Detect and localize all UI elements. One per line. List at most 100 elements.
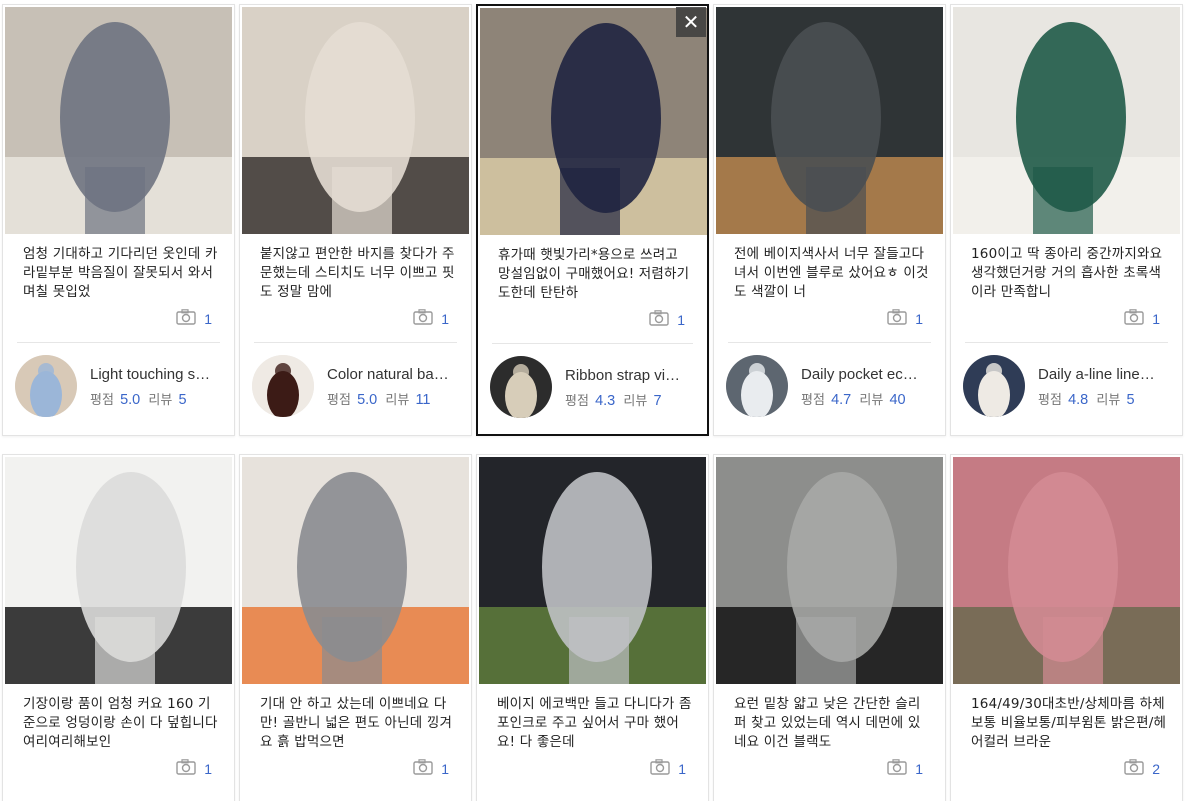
product-info[interactable]: Daily a-line line… 평점 4.8 리뷰 5 (963, 355, 1173, 419)
review-count: 5 (1126, 392, 1135, 408)
product-meta: 평점 5.0 리뷰 11 (327, 389, 435, 408)
photo-count-number: 1 (915, 761, 923, 777)
photo-count: 1 (887, 759, 923, 779)
review-text: 160이고 딱 종아리 중간까지와요 생각했던거랑 거의 흡사한 초록색이라 만… (971, 246, 1163, 300)
product-info[interactable]: Light touching s… 평점 5.0 리뷰 5 (15, 355, 225, 419)
review-photo[interactable] (479, 457, 706, 684)
photo-count: 1 (649, 310, 685, 330)
review-card[interactable]: 기대 안 하고 샀는데 이쁘네요 다만! 골반니 넓은 편도 아닌데 낑겨요 흙… (239, 454, 472, 801)
rating-label: 평점 (565, 394, 589, 409)
review-count: 11 (415, 392, 431, 408)
photo-count-number: 1 (204, 311, 212, 327)
review-text: 요런 밑창 얇고 낮은 간단한 슬리퍼 찾고 있었는데 역시 데먼에 있네요 이… (734, 696, 921, 750)
divider (17, 342, 220, 343)
camera-icon (1124, 759, 1144, 779)
product-thumbnail[interactable] (490, 356, 552, 418)
review-photo[interactable] (716, 7, 943, 234)
divider (492, 343, 693, 344)
review-photo[interactable] (5, 457, 232, 684)
review-card[interactable]: 베이지 에코백만 들고 다니다가 좀 포인크로 주고 싶어서 구마 했어요! 다… (476, 454, 709, 801)
photo-count: 1 (176, 309, 212, 329)
close-icon[interactable]: ✕ (676, 7, 706, 37)
product-name[interactable]: Ribbon strap vi… (565, 367, 695, 384)
rating-label: 평점 (1038, 393, 1062, 408)
rating-value: 4.7 (831, 392, 852, 408)
camera-icon (650, 759, 670, 779)
photo-count: 1 (176, 759, 212, 779)
review-photo[interactable] (480, 8, 707, 235)
camera-icon (176, 309, 196, 329)
product-info[interactable]: Daily pocket ec… 평점 4.7 리뷰 40 (726, 355, 936, 419)
camera-icon (887, 759, 907, 779)
product-name[interactable]: Light touching s… (90, 366, 220, 383)
product-thumbnail[interactable] (963, 355, 1025, 417)
review-photo[interactable] (5, 7, 232, 234)
review-card[interactable]: 전에 베이지색사서 너무 잘들고다녀서 이번엔 블루로 샀어요ㅎ 이것도 색깔이… (713, 4, 946, 436)
rating-value: 5.0 (120, 392, 141, 408)
review-label: 리뷰 (148, 393, 173, 408)
photo-count: 2 (1124, 759, 1160, 779)
rating-label: 평점 (90, 393, 114, 408)
product-name[interactable]: Daily a-line line… (1038, 366, 1168, 383)
review-label: 리뷰 (385, 393, 410, 408)
rating-value: 4.3 (595, 393, 616, 409)
divider (728, 342, 931, 343)
camera-icon (413, 759, 433, 779)
review-text: 전에 베이지색사서 너무 잘들고다녀서 이번엔 블루로 샀어요ㅎ 이것도 색깔이… (734, 246, 929, 300)
product-info[interactable]: Ribbon strap vi… 평점 4.3 리뷰 7 (490, 356, 700, 420)
camera-icon (176, 759, 196, 779)
review-text: 기대 안 하고 샀는데 이쁘네요 다만! 골반니 넓은 편도 아닌데 낑겨요 흙… (260, 696, 453, 750)
divider (254, 342, 457, 343)
review-label: 리뷰 (623, 394, 648, 409)
photo-count: 1 (413, 759, 449, 779)
photo-count: 1 (1124, 309, 1160, 329)
review-card[interactable]: 요런 밑창 얇고 낮은 간단한 슬리퍼 찾고 있었는데 역시 데먼에 있네요 이… (713, 454, 946, 801)
review-text: 베이지 에코백만 들고 다니다가 좀 포인크로 주고 싶어서 구마 했어요! 다… (497, 696, 692, 750)
product-name[interactable]: Color natural ba… (327, 366, 457, 383)
photo-count-number: 1 (915, 311, 923, 327)
rating-value: 4.8 (1068, 392, 1089, 408)
review-card[interactable]: 붙지않고 편안한 바지를 찾다가 주문했는데 스티치도 너무 이쁘고 핏도 정말… (239, 4, 472, 436)
camera-icon (887, 309, 907, 329)
review-text: 164/49/30대초반/상체마름 하체보통 비율보통/피부윔톤 밝은편/헤어컬… (971, 696, 1167, 750)
rating-label: 평점 (327, 393, 351, 408)
review-count: 40 (889, 392, 906, 408)
review-photo[interactable] (242, 7, 469, 234)
review-text: 붙지않고 편안한 바지를 찾다가 주문했는데 스티치도 너무 이쁘고 핏도 정말… (260, 246, 455, 300)
photo-count-number: 1 (441, 311, 449, 327)
review-count: 7 (653, 393, 662, 409)
divider (965, 342, 1168, 343)
review-text: 엄청 기대하고 기다리던 옷인데 카라밑부분 박음질이 잘못되서 와서 며칠 못… (23, 246, 218, 300)
product-thumbnail[interactable] (726, 355, 788, 417)
review-card[interactable]: 164/49/30대초반/상체마름 하체보통 비율보통/피부윔톤 밝은편/헤어컬… (950, 454, 1183, 801)
photo-count: 1 (413, 309, 449, 329)
photo-count: 1 (650, 759, 686, 779)
product-meta: 평점 4.7 리뷰 40 (801, 389, 910, 408)
review-photo[interactable] (242, 457, 469, 684)
review-text: 기장이랑 품이 엄청 커요 160 기준으로 엉덩이랑 손이 다 덮힙니다 여리… (23, 696, 218, 750)
product-meta: 평점 4.8 리뷰 5 (1038, 389, 1139, 408)
product-thumbnail[interactable] (15, 355, 77, 417)
photo-count-number: 1 (441, 761, 449, 777)
review-card[interactable]: 엄청 기대하고 기다리던 옷인데 카라밑부분 박음질이 잘못되서 와서 며칠 못… (2, 4, 235, 436)
review-card[interactable]: 160이고 딱 종아리 중간까지와요 생각했던거랑 거의 흡사한 초록색이라 만… (950, 4, 1183, 436)
photo-count: 1 (887, 309, 923, 329)
product-info[interactable]: Color natural ba… 평점 5.0 리뷰 11 (252, 355, 462, 419)
review-photo[interactable] (953, 457, 1180, 684)
review-label: 리뷰 (859, 393, 884, 408)
product-name[interactable]: Daily pocket ec… (801, 366, 931, 383)
product-meta: 평점 5.0 리뷰 5 (90, 389, 191, 408)
product-thumbnail[interactable] (252, 355, 314, 417)
review-photo[interactable] (953, 7, 1180, 234)
photo-count-number: 1 (204, 761, 212, 777)
review-photo[interactable] (716, 457, 943, 684)
photo-count-number: 1 (677, 312, 685, 328)
camera-icon (1124, 309, 1144, 329)
review-label: 리뷰 (1096, 393, 1121, 408)
review-card[interactable]: 기장이랑 품이 엄청 커요 160 기준으로 엉덩이랑 손이 다 덮힙니다 여리… (2, 454, 235, 801)
review-count: 5 (178, 392, 187, 408)
review-grid: 엄청 기대하고 기다리던 옷인데 카라밑부분 박음질이 잘못되서 와서 며칠 못… (0, 0, 1186, 801)
photo-count-number: 1 (1152, 311, 1160, 327)
photo-count-number: 2 (1152, 761, 1160, 777)
review-card[interactable]: ✕ 휴가때 햇빛가리*용으로 쓰려고 망설임없이 구매했어요! 저렴하기도한데 … (476, 4, 709, 436)
